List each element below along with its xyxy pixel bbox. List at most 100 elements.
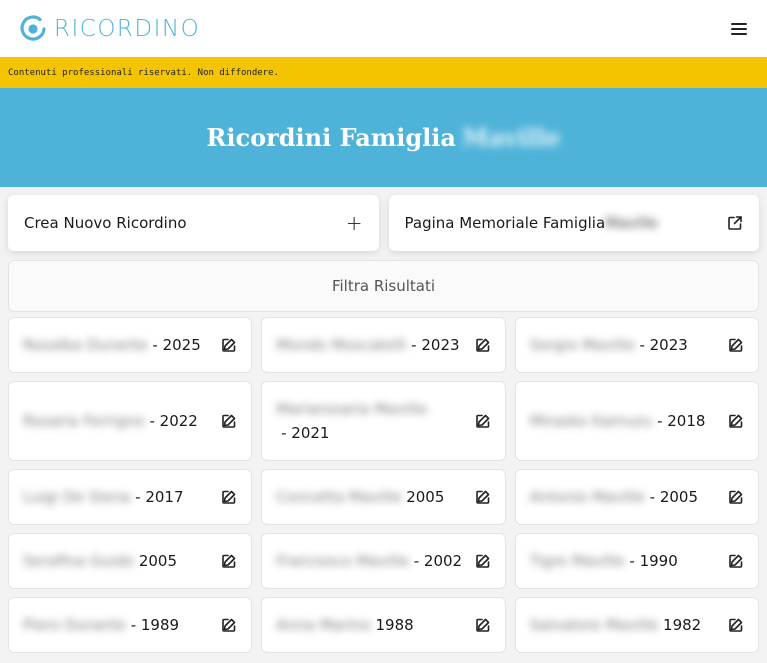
logo-text: RICORDINO: [54, 15, 201, 42]
confidential-banner: Contenuti professionali riservati. Non d…: [0, 57, 767, 88]
edit-icon[interactable]: [221, 489, 237, 505]
ricordino-card-text: Salvatore Maville 1982: [530, 613, 702, 637]
edit-icon[interactable]: [475, 553, 491, 569]
ricordino-separator: -: [130, 488, 146, 506]
edit-icon[interactable]: [728, 553, 744, 569]
edit-icon[interactable]: [728, 489, 744, 505]
edit-icon[interactable]: [728, 413, 744, 429]
edit-icon[interactable]: [475, 489, 491, 505]
edit-icon[interactable]: [221, 617, 237, 633]
ricordino-card[interactable]: Concetta Maville 2005: [261, 469, 506, 525]
family-memorial-label: Pagina Memoriale Famiglia Maville: [405, 214, 658, 232]
ricordino-name: Luigi De Siena: [23, 488, 131, 506]
ricordino-separator: -: [125, 616, 141, 634]
filter-results-button[interactable]: Filtra Risultati: [8, 260, 759, 312]
logo[interactable]: RICORDINO: [18, 14, 200, 44]
ricordino-card[interactable]: Rosaria Ferrigno - 2022: [8, 381, 253, 461]
ricordino-name: Mondo Moscatelli: [276, 336, 407, 354]
ricordino-year: 1988: [375, 616, 414, 634]
hero-section: Ricordini Famiglia Maville: [0, 88, 767, 187]
ricordino-separator: -: [408, 552, 424, 570]
ricordino-card[interactable]: Tigre Maville - 1990: [514, 533, 759, 589]
ricordino-card[interactable]: Anna Marino 1988: [261, 597, 506, 653]
ricordino-separator: -: [652, 412, 668, 430]
ricordino-card-text: Mariarosaria Maville - 2021: [276, 397, 466, 445]
ricordino-card-text: Anna Marino 1988: [276, 613, 413, 637]
ricordino-separator: -: [634, 336, 650, 354]
edit-icon[interactable]: [475, 617, 491, 633]
ricordino-card-text: Rosalba Durante - 2025: [23, 333, 201, 357]
ricordino-separator: -: [406, 336, 422, 354]
create-ricordino-button[interactable]: Crea Nuovo Ricordino +: [8, 195, 379, 251]
ricordino-separator: -: [144, 412, 160, 430]
ricordino-card[interactable]: Mariarosaria Maville - 2021: [261, 381, 506, 461]
ricordino-card-text: Tigre Maville - 1990: [530, 549, 678, 573]
family-memorial-family-name: Maville: [605, 214, 658, 232]
action-bar: Crea Nuovo Ricordino + Pagina Memoriale …: [0, 187, 767, 251]
ricordino-card-text: Rosaria Ferrigno - 2022: [23, 409, 198, 433]
ricordino-year: 2022: [159, 412, 198, 430]
ricordino-year: 2023: [649, 336, 688, 354]
hamburger-icon[interactable]: [731, 22, 747, 35]
ricordino-card[interactable]: Rosalba Durante - 2025: [8, 317, 253, 373]
ricordino-year: 2005: [406, 488, 445, 506]
ricordino-name: Anna Marino: [276, 616, 371, 634]
edit-icon[interactable]: [221, 337, 237, 353]
family-memorial-label-text: Pagina Memoriale Famiglia: [404, 214, 606, 232]
page-title-text: Ricordini Famiglia: [206, 123, 456, 152]
ricordino-name: Tigre Maville: [529, 552, 625, 570]
external-link-icon: [728, 216, 742, 230]
ricordino-card[interactable]: Luigi De Siena - 2017: [8, 469, 253, 525]
filter-results-label: Filtra Risultati: [331, 277, 436, 295]
ricordino-card-text: Serafina Guido 2005: [23, 549, 177, 573]
ricordino-name: Salvatore Maville: [529, 616, 659, 634]
ricordino-card[interactable]: Francesco Maville - 2002: [261, 533, 506, 589]
ricordino-year: 2005: [659, 488, 698, 506]
ricordino-card[interactable]: Mirasko Kamuzu - 2018: [514, 381, 759, 461]
ricordino-name: Francesco Maville: [276, 552, 409, 570]
create-ricordino-label: Crea Nuovo Ricordino: [24, 214, 187, 232]
ricordino-name: Concetta Maville: [276, 488, 402, 506]
ricordino-name: Mariarosaria Maville: [276, 400, 428, 418]
ricordino-name: Mirasko Kamuzu: [529, 412, 653, 430]
ricordino-name: Rosaria Ferrigno: [23, 412, 145, 430]
ricordino-card-text: Luigi De Siena - 2017: [23, 485, 184, 509]
ricordino-card[interactable]: Serafina Guido 2005: [8, 533, 253, 589]
ricordino-year: 1990: [639, 552, 678, 570]
edit-icon[interactable]: [221, 553, 237, 569]
banner-text: Contenuti professionali riservati. Non d…: [8, 67, 279, 78]
ricordino-year: 2002: [423, 552, 463, 570]
ricordino-card-text: Francesco Maville - 2002: [276, 549, 462, 573]
ricordino-card[interactable]: Piero Durante - 1989: [8, 597, 253, 653]
ricordino-year: 2021: [291, 424, 330, 442]
ricordino-card-text: Concetta Maville 2005: [276, 485, 444, 509]
edit-icon[interactable]: [728, 617, 744, 633]
ricordino-card[interactable]: Mondo Moscatelli - 2023: [261, 317, 506, 373]
ricordino-card[interactable]: Sergio Maville - 2023: [514, 317, 759, 373]
edit-icon[interactable]: [475, 413, 491, 429]
edit-icon[interactable]: [475, 337, 491, 353]
edit-icon[interactable]: [728, 337, 744, 353]
ricordino-card-text: Piero Durante - 1989: [23, 613, 179, 637]
ricordino-year: 2023: [421, 336, 460, 354]
ricordino-card[interactable]: Antonio Maville - 2005: [514, 469, 759, 525]
ricordino-name: Sergio Maville: [529, 336, 635, 354]
ricordini-grid: Rosalba Durante - 2025 Mondo Moscatelli -…: [0, 312, 767, 653]
page-title-family-name: Maville: [461, 123, 561, 152]
ricordino-card[interactable]: Salvatore Maville 1982: [514, 597, 759, 653]
page-title: Ricordini Famiglia Maville: [206, 123, 560, 152]
ricordino-year: 2005: [138, 552, 177, 570]
ricordino-name: Rosalba Durante: [23, 336, 148, 354]
ricordino-card-text: Mirasko Kamuzu - 2018: [530, 409, 706, 433]
ricordino-card-text: Sergio Maville - 2023: [530, 333, 688, 357]
ricordino-name: Antonio Maville: [529, 488, 645, 506]
ricordino-name: Piero Durante: [23, 616, 126, 634]
ricordino-separator: -: [644, 488, 660, 506]
ricordino-year: 2018: [667, 412, 706, 430]
ricordino-separator: -: [624, 552, 640, 570]
family-memorial-page-button[interactable]: Pagina Memoriale Famiglia Maville: [388, 195, 759, 251]
ricordino-year: 2025: [162, 336, 201, 354]
edit-icon[interactable]: [221, 413, 237, 429]
plus-icon: +: [345, 211, 363, 235]
ricordino-separator: -: [276, 424, 292, 442]
